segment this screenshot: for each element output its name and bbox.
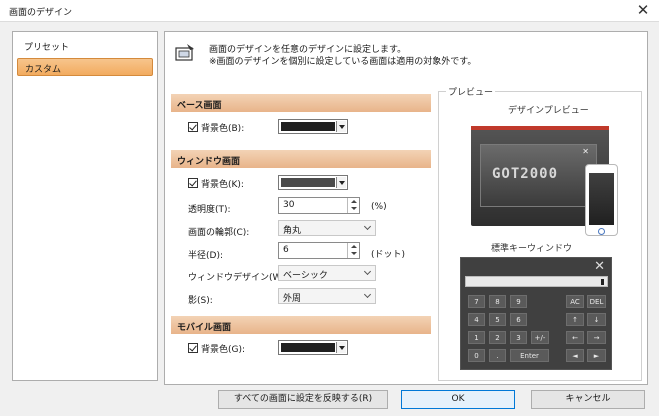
keypad-preview: ✕ 7 8 9 AC DEL 4 5 6 ↑ ↓ 1 2 3 +/- ← → 0… <box>460 257 612 370</box>
spinner-buttons[interactable] <box>347 243 359 258</box>
chevron-down-icon <box>363 290 372 299</box>
window-design-select[interactable]: ベーシック <box>278 265 376 281</box>
base-bg-label: 背景色(B): <box>201 124 245 134</box>
design-preview-label: デザインプレビュー <box>508 106 589 116</box>
key: ◄ <box>566 349 584 362</box>
apply-all-button[interactable]: すべての画面に設定を反映する(R) <box>218 390 388 409</box>
dropdown-arrow-icon <box>336 177 346 188</box>
radius-label: 半径(D): <box>188 251 223 261</box>
mobile-bg-checkbox[interactable] <box>188 343 198 353</box>
sidebar-item-label: プリセット <box>24 43 70 53</box>
monitor-top-bar <box>471 126 609 130</box>
keypad-display <box>465 276 608 287</box>
key: ↓ <box>587 313 606 326</box>
sidebar-item-custom[interactable]: カスタム <box>17 58 153 76</box>
description: 画面のデザインを任意のデザインに設定します。 ※画面のデザインを個別に設定してい… <box>209 44 476 68</box>
cancel-button[interactable]: キャンセル <box>531 390 645 409</box>
base-bg-color-picker[interactable] <box>278 119 348 134</box>
sidebar: プリセット カスタム <box>12 31 158 381</box>
ok-button[interactable]: OK <box>401 390 515 409</box>
description-line-2: ※画面のデザインを個別に設定している画面は適用の対象外です。 <box>209 57 477 67</box>
window-design-label: ウィンドウデザイン(W): <box>188 273 288 283</box>
key: ← <box>566 331 584 344</box>
key: 5 <box>489 313 506 326</box>
key: ► <box>587 349 606 362</box>
preview-group-label: プレビュー <box>446 85 496 98</box>
key: 8 <box>489 295 506 308</box>
frame-value: 角丸 <box>283 226 302 236</box>
window-bg-label: 背景色(K): <box>201 180 244 190</box>
key: 9 <box>510 295 527 308</box>
window-design-value: ベーシック <box>283 271 328 281</box>
color-swatch <box>281 178 335 187</box>
key: 4 <box>468 313 485 326</box>
key: DEL <box>587 295 606 308</box>
screen-design-icon <box>175 44 194 61</box>
key: AC <box>566 295 584 308</box>
key: 1 <box>468 331 485 344</box>
close-icon: ✕ <box>582 147 589 156</box>
home-button-icon <box>598 228 605 235</box>
dropdown-arrow-icon <box>336 342 346 353</box>
shadow-label: 影(S): <box>188 296 213 306</box>
base-section-header: ベース画面 <box>171 94 431 112</box>
frame-select[interactable]: 角丸 <box>278 220 376 236</box>
keypad-label: 標準キーウィンドウ <box>491 244 573 254</box>
mobile-bg-label: 背景色(G): <box>201 345 246 355</box>
window-section-header: ウィンドウ画面 <box>171 150 431 168</box>
radius-spinner[interactable]: 6 <box>278 242 360 259</box>
key: . <box>489 349 506 362</box>
key: Enter <box>510 349 549 362</box>
key: 7 <box>468 295 485 308</box>
description-line-1: 画面のデザインを任意のデザインに設定します。 <box>209 45 407 55</box>
key: 3 <box>510 331 527 344</box>
got-logo: GOT2000 <box>492 166 559 182</box>
chevron-down-icon <box>363 267 372 276</box>
color-swatch <box>281 122 335 131</box>
spinner-buttons[interactable] <box>347 198 359 213</box>
mobile-screen <box>589 173 614 225</box>
mobile-preview <box>585 164 618 236</box>
window-title: 画面のデザイン <box>9 8 73 18</box>
transparency-label: 透明度(T): <box>188 205 231 215</box>
title-bar: 画面のデザイン ✕ <box>0 0 659 22</box>
transparency-unit: (%) <box>371 202 387 212</box>
key: +/- <box>531 331 549 344</box>
key: 6 <box>510 313 527 326</box>
transparency-spinner[interactable]: 30 <box>278 197 360 214</box>
base-bg-checkbox[interactable] <box>188 122 198 132</box>
shadow-select[interactable]: 外周 <box>278 288 376 304</box>
frame-label: 画面の輪郭(C): <box>188 228 250 238</box>
key: 2 <box>489 331 506 344</box>
mobile-bg-color-picker[interactable] <box>278 340 348 355</box>
sidebar-item-label: カスタム <box>25 65 62 75</box>
window-bg-color-picker[interactable] <box>278 175 348 190</box>
sidebar-item-preset[interactable]: プリセット <box>17 37 153 55</box>
radius-value: 6 <box>283 245 289 255</box>
key: → <box>587 331 606 344</box>
color-swatch <box>281 343 335 352</box>
chevron-down-icon <box>363 222 372 231</box>
close-icon: ✕ <box>594 259 605 274</box>
close-icon[interactable]: ✕ <box>635 1 651 19</box>
transparency-value: 30 <box>283 200 295 210</box>
key: 0 <box>468 349 485 362</box>
dropdown-arrow-icon <box>336 121 346 132</box>
radius-unit: (ドット) <box>371 250 406 260</box>
shadow-value: 外周 <box>283 294 302 304</box>
mobile-section-header: モバイル画面 <box>171 316 431 334</box>
window-bg-checkbox[interactable] <box>188 178 198 188</box>
key: ↑ <box>566 313 584 326</box>
